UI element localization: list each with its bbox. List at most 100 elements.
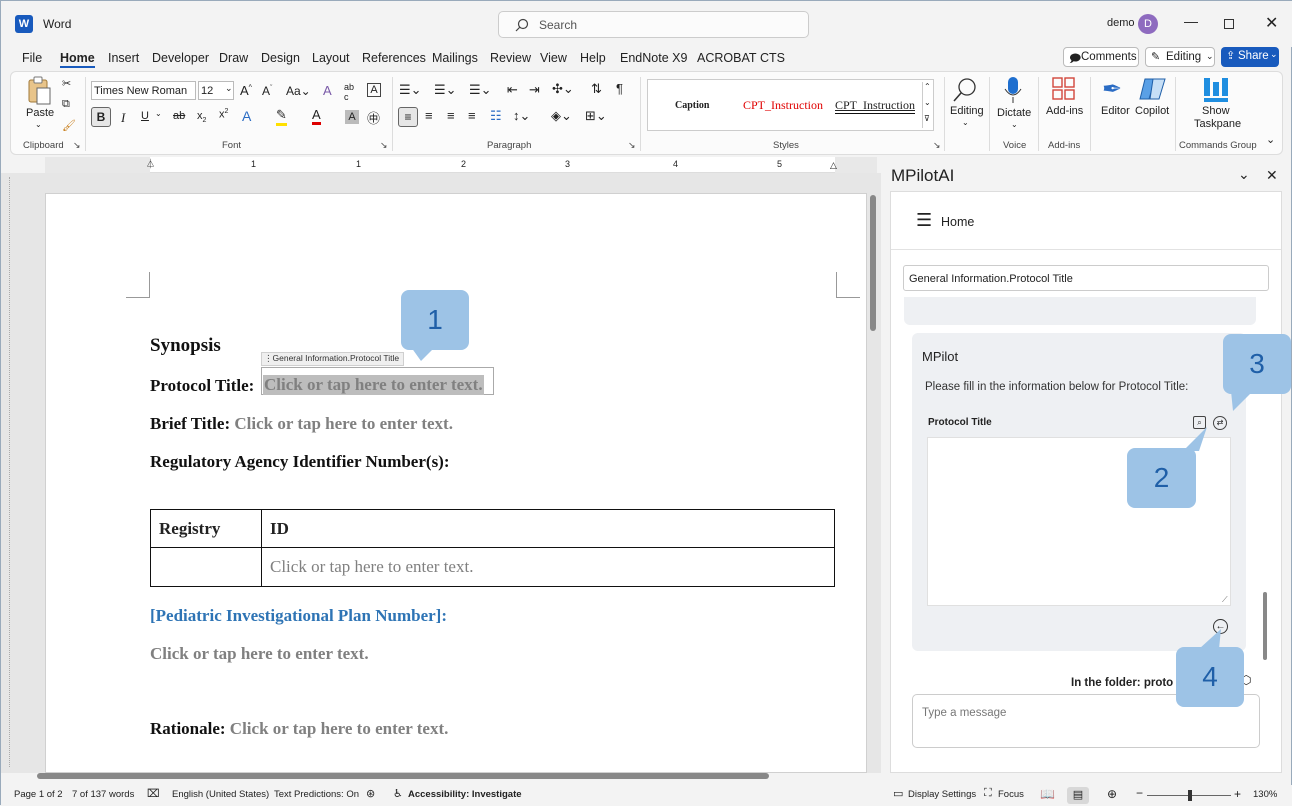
close-pane-icon[interactable]: ✕ <box>1266 167 1278 184</box>
menu-review[interactable]: Review <box>490 51 531 65</box>
add-ins-button[interactable]: Add-ins <box>1046 105 1083 117</box>
chevron-down-icon[interactable]: ⌄ <box>1011 120 1018 129</box>
align-left-button[interactable]: ≡ <box>398 107 418 127</box>
document-page[interactable] <box>45 193 867 773</box>
more-styles-icon[interactable]: ⊽ <box>924 114 930 123</box>
dialog-launcher-icon[interactable]: ↘ <box>380 140 388 151</box>
style-caption[interactable]: Caption <box>675 100 709 111</box>
asian-layout-icon[interactable]: ✣⌄ <box>552 81 574 97</box>
editor-button[interactable]: Editor <box>1101 105 1130 117</box>
display-settings[interactable]: Display Settings <box>908 789 976 800</box>
paste-icon[interactable] <box>25 76 53 106</box>
chevron-down-icon[interactable]: ⌄ <box>1238 166 1250 183</box>
dialog-launcher-icon[interactable]: ↘ <box>933 140 941 151</box>
menu-mailings[interactable]: Mailings <box>432 51 478 65</box>
add-ins-icon[interactable] <box>1052 77 1076 101</box>
dialog-launcher-icon[interactable]: ↘ <box>628 140 636 151</box>
document-scrollbar[interactable] <box>870 193 878 773</box>
superscript-button[interactable]: x2 <box>219 108 228 121</box>
comments-button[interactable]: 🗩 Comments <box>1063 47 1139 67</box>
subscript-button[interactable]: x2 <box>197 110 206 124</box>
show-taskpane-label-2[interactable]: Taskpane <box>1194 118 1241 130</box>
line-spacing-icon[interactable]: ↕⌄ <box>513 108 530 124</box>
focus-icon[interactable]: ⛶ <box>984 787 992 800</box>
word-count[interactable]: 7 of 137 words <box>72 789 134 800</box>
display-settings-icon[interactable]: ▭ <box>893 787 903 800</box>
maximize-icon[interactable] <box>1224 19 1234 29</box>
paste-label[interactable]: Paste <box>26 107 54 119</box>
clear-formatting-icon[interactable]: A <box>323 83 332 98</box>
font-size-select[interactable]: 12 ⌄ <box>198 81 234 100</box>
menu-insert[interactable]: Insert <box>108 51 139 65</box>
protocol-title-placeholder[interactable]: Click or tap here to enter text. <box>263 375 484 395</box>
hamburger-menu-icon[interactable]: ☰ <box>916 210 932 231</box>
copilot-icon[interactable] <box>1139 76 1167 102</box>
minimize-icon[interactable]: — <box>1184 13 1198 29</box>
editing-mode-button[interactable]: ✎ Editing ⌄ <box>1145 47 1215 67</box>
chevron-down-icon[interactable]: ⌄ <box>924 98 931 107</box>
macro-icon[interactable]: ⊛ <box>366 787 375 800</box>
web-layout-icon[interactable]: ⊕ <box>1107 787 1117 801</box>
show-marks-icon[interactable]: ¶ <box>616 81 623 96</box>
numbering-icon[interactable]: ☰⌄ <box>434 82 457 98</box>
focus-mode[interactable]: Focus <box>998 789 1024 800</box>
table-cell-id[interactable]: Click or tap here to enter text. <box>261 547 835 587</box>
home-label[interactable]: Home <box>941 215 974 229</box>
cut-icon[interactable]: ✂ <box>62 77 71 90</box>
brief-title-placeholder[interactable]: Click or tap here to enter text. <box>234 414 453 433</box>
field-path-input[interactable]: General Information.Protocol Title <box>903 265 1269 291</box>
pane-scroll-thumb[interactable] <box>1263 592 1267 660</box>
collapse-ribbon-icon[interactable]: ⌄ <box>1266 133 1275 146</box>
text-effects-icon[interactable]: A <box>242 108 251 124</box>
dictate-button[interactable]: Dictate <box>997 107 1031 119</box>
close-icon[interactable]: ✕ <box>1265 13 1278 33</box>
chevron-down-icon[interactable]: ⌄ <box>35 120 42 129</box>
format-painter-icon[interactable]: 🖌 <box>62 119 76 132</box>
dialog-launcher-icon[interactable]: ↘ <box>73 140 81 151</box>
menu-acrobat[interactable]: ACROBAT <box>697 51 757 65</box>
proofing-icon[interactable]: ⌧ <box>147 787 160 800</box>
language[interactable]: English (United States) <box>172 789 269 800</box>
scroll-thumb[interactable] <box>870 195 876 331</box>
zoom-in-icon[interactable]: + <box>1234 787 1241 801</box>
share-button[interactable]: ⇪ Share ⌄ <box>1221 47 1279 67</box>
indent-marker-icon[interactable]: ⏃ <box>146 157 155 170</box>
menu-file[interactable]: File <box>22 51 42 65</box>
menu-references[interactable]: References <box>362 51 426 65</box>
text-predictions[interactable]: Text Predictions: On <box>274 789 359 800</box>
menu-home[interactable]: Home <box>60 51 95 68</box>
content-control-tag[interactable]: ⋮General Information.Protocol Title <box>261 352 404 366</box>
decrease-indent-icon[interactable]: ⇤ <box>507 82 518 98</box>
distributed-icon[interactable]: ☷ <box>490 108 502 124</box>
chevron-down-icon[interactable]: ⌄ <box>155 109 162 118</box>
styles-scroll[interactable]: ⌃ ⌄ ⊽ <box>922 82 933 128</box>
refresh-icon[interactable]: ⇄ <box>1213 416 1227 430</box>
avatar[interactable]: D <box>1138 14 1158 34</box>
right-indent-marker-icon[interactable]: △ <box>830 160 837 171</box>
align-right-icon[interactable]: ≡ <box>447 108 455 123</box>
font-color-icon[interactable]: A <box>312 107 321 125</box>
menu-design[interactable]: Design <box>261 51 300 65</box>
editing-button[interactable]: Editing <box>950 105 984 117</box>
enclose-characters-icon[interactable]: ㊥ <box>367 108 380 127</box>
underline-button[interactable]: U <box>141 110 149 122</box>
resize-handle-icon[interactable]: ⟋ <box>1222 595 1228 605</box>
style-cpt-instruction-1[interactable]: CPT_Instruction <box>743 98 823 113</box>
print-layout-icon[interactable]: ▤ <box>1067 787 1089 804</box>
menu-endnote-x9[interactable]: EndNote X9 <box>620 51 687 65</box>
phonetic-guide-icon[interactable]: ab c <box>344 82 354 102</box>
accessibility-status[interactable]: Accessibility: Investigate <box>408 789 522 800</box>
chevron-down-icon[interactable]: ⌄ <box>962 118 969 127</box>
menu-draw[interactable]: Draw <box>219 51 248 65</box>
bold-button[interactable]: B <box>91 107 111 127</box>
menu-layout[interactable]: Layout <box>312 51 350 65</box>
highlight-icon[interactable]: ✎ <box>276 107 287 126</box>
zoom-slider-thumb[interactable] <box>1188 790 1192 801</box>
read-mode-icon[interactable]: 📖 <box>1040 787 1055 801</box>
justify-icon[interactable]: ≡ <box>468 108 476 123</box>
increase-indent-icon[interactable]: ⇥ <box>529 82 540 98</box>
copilot-button[interactable]: Copilot <box>1135 105 1169 117</box>
microphone-icon[interactable] <box>1003 76 1023 104</box>
italic-button[interactable]: I <box>121 110 125 126</box>
menu-help[interactable]: Help <box>580 51 606 65</box>
